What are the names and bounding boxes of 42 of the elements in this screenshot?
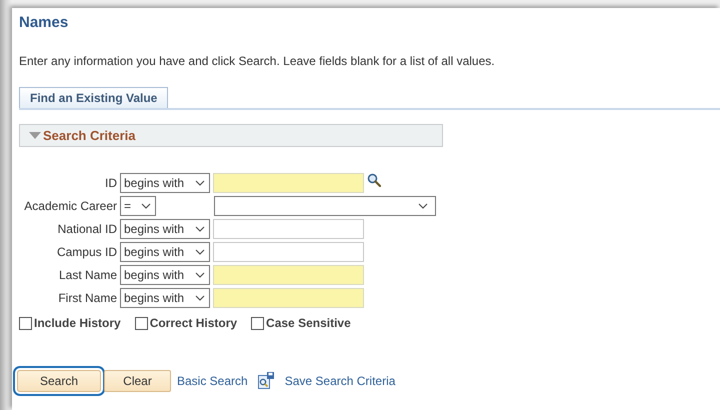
- chevron-icon: [195, 272, 205, 278]
- input-field[interactable]: [213, 288, 364, 308]
- checkbox-label: Case Sensitive: [266, 316, 351, 330]
- operator-dropdown[interactable]: begins with: [120, 265, 210, 285]
- save-search-icon[interactable]: [258, 372, 274, 390]
- section-header[interactable]: Search Criteria: [19, 124, 443, 147]
- input-field[interactable]: [213, 219, 364, 239]
- tab[interactable]: Find an Existing Value: [19, 87, 168, 108]
- checkbox-label: Correct History: [150, 316, 238, 330]
- field-label: First Name: [57, 291, 117, 305]
- chevron-icon: [195, 180, 205, 186]
- chevron-icon: [195, 226, 205, 232]
- checkbox[interactable]: [19, 316, 32, 330]
- field-label: National ID: [56, 222, 117, 236]
- search-icon[interactable]: [367, 173, 381, 187]
- operator-dropdown[interactable]: =: [120, 196, 156, 216]
- section-title: Search Criteria: [43, 128, 136, 143]
- chevron-icon: [195, 249, 205, 255]
- operator-dropdown[interactable]: begins with: [120, 288, 210, 308]
- field-label: ID: [104, 176, 117, 190]
- chevron-icon: [141, 203, 151, 209]
- link[interactable]: Save Search Criteria: [284, 374, 396, 388]
- field-label: Campus ID: [56, 245, 117, 259]
- input-field[interactable]: [213, 265, 364, 285]
- field-label: Last Name: [58, 268, 117, 282]
- action-button[interactable]: Clear: [104, 370, 171, 392]
- operator-dropdown[interactable]: begins with: [120, 242, 210, 262]
- page-title: Names: [19, 14, 70, 33]
- chevron-icon: [195, 295, 205, 301]
- field-label: Academic Career: [23, 199, 117, 213]
- link[interactable]: Basic Search: [177, 374, 248, 388]
- input-field[interactable]: [213, 242, 364, 262]
- triangle-icon: [29, 132, 41, 140]
- operator-dropdown[interactable]: begins with: [120, 219, 210, 239]
- checkbox[interactable]: [134, 316, 148, 330]
- input-field[interactable]: [213, 173, 364, 193]
- checkbox[interactable]: [251, 316, 264, 330]
- chevron-icon: [418, 203, 428, 209]
- instructions-text: Enter any information you have and click Search. Leave fields blank for a list of all values.: [19, 54, 496, 68]
- value-dropdown[interactable]: [214, 196, 436, 216]
- checkbox-label: Include History: [34, 316, 121, 330]
- operator-dropdown[interactable]: begins with: [120, 173, 210, 193]
